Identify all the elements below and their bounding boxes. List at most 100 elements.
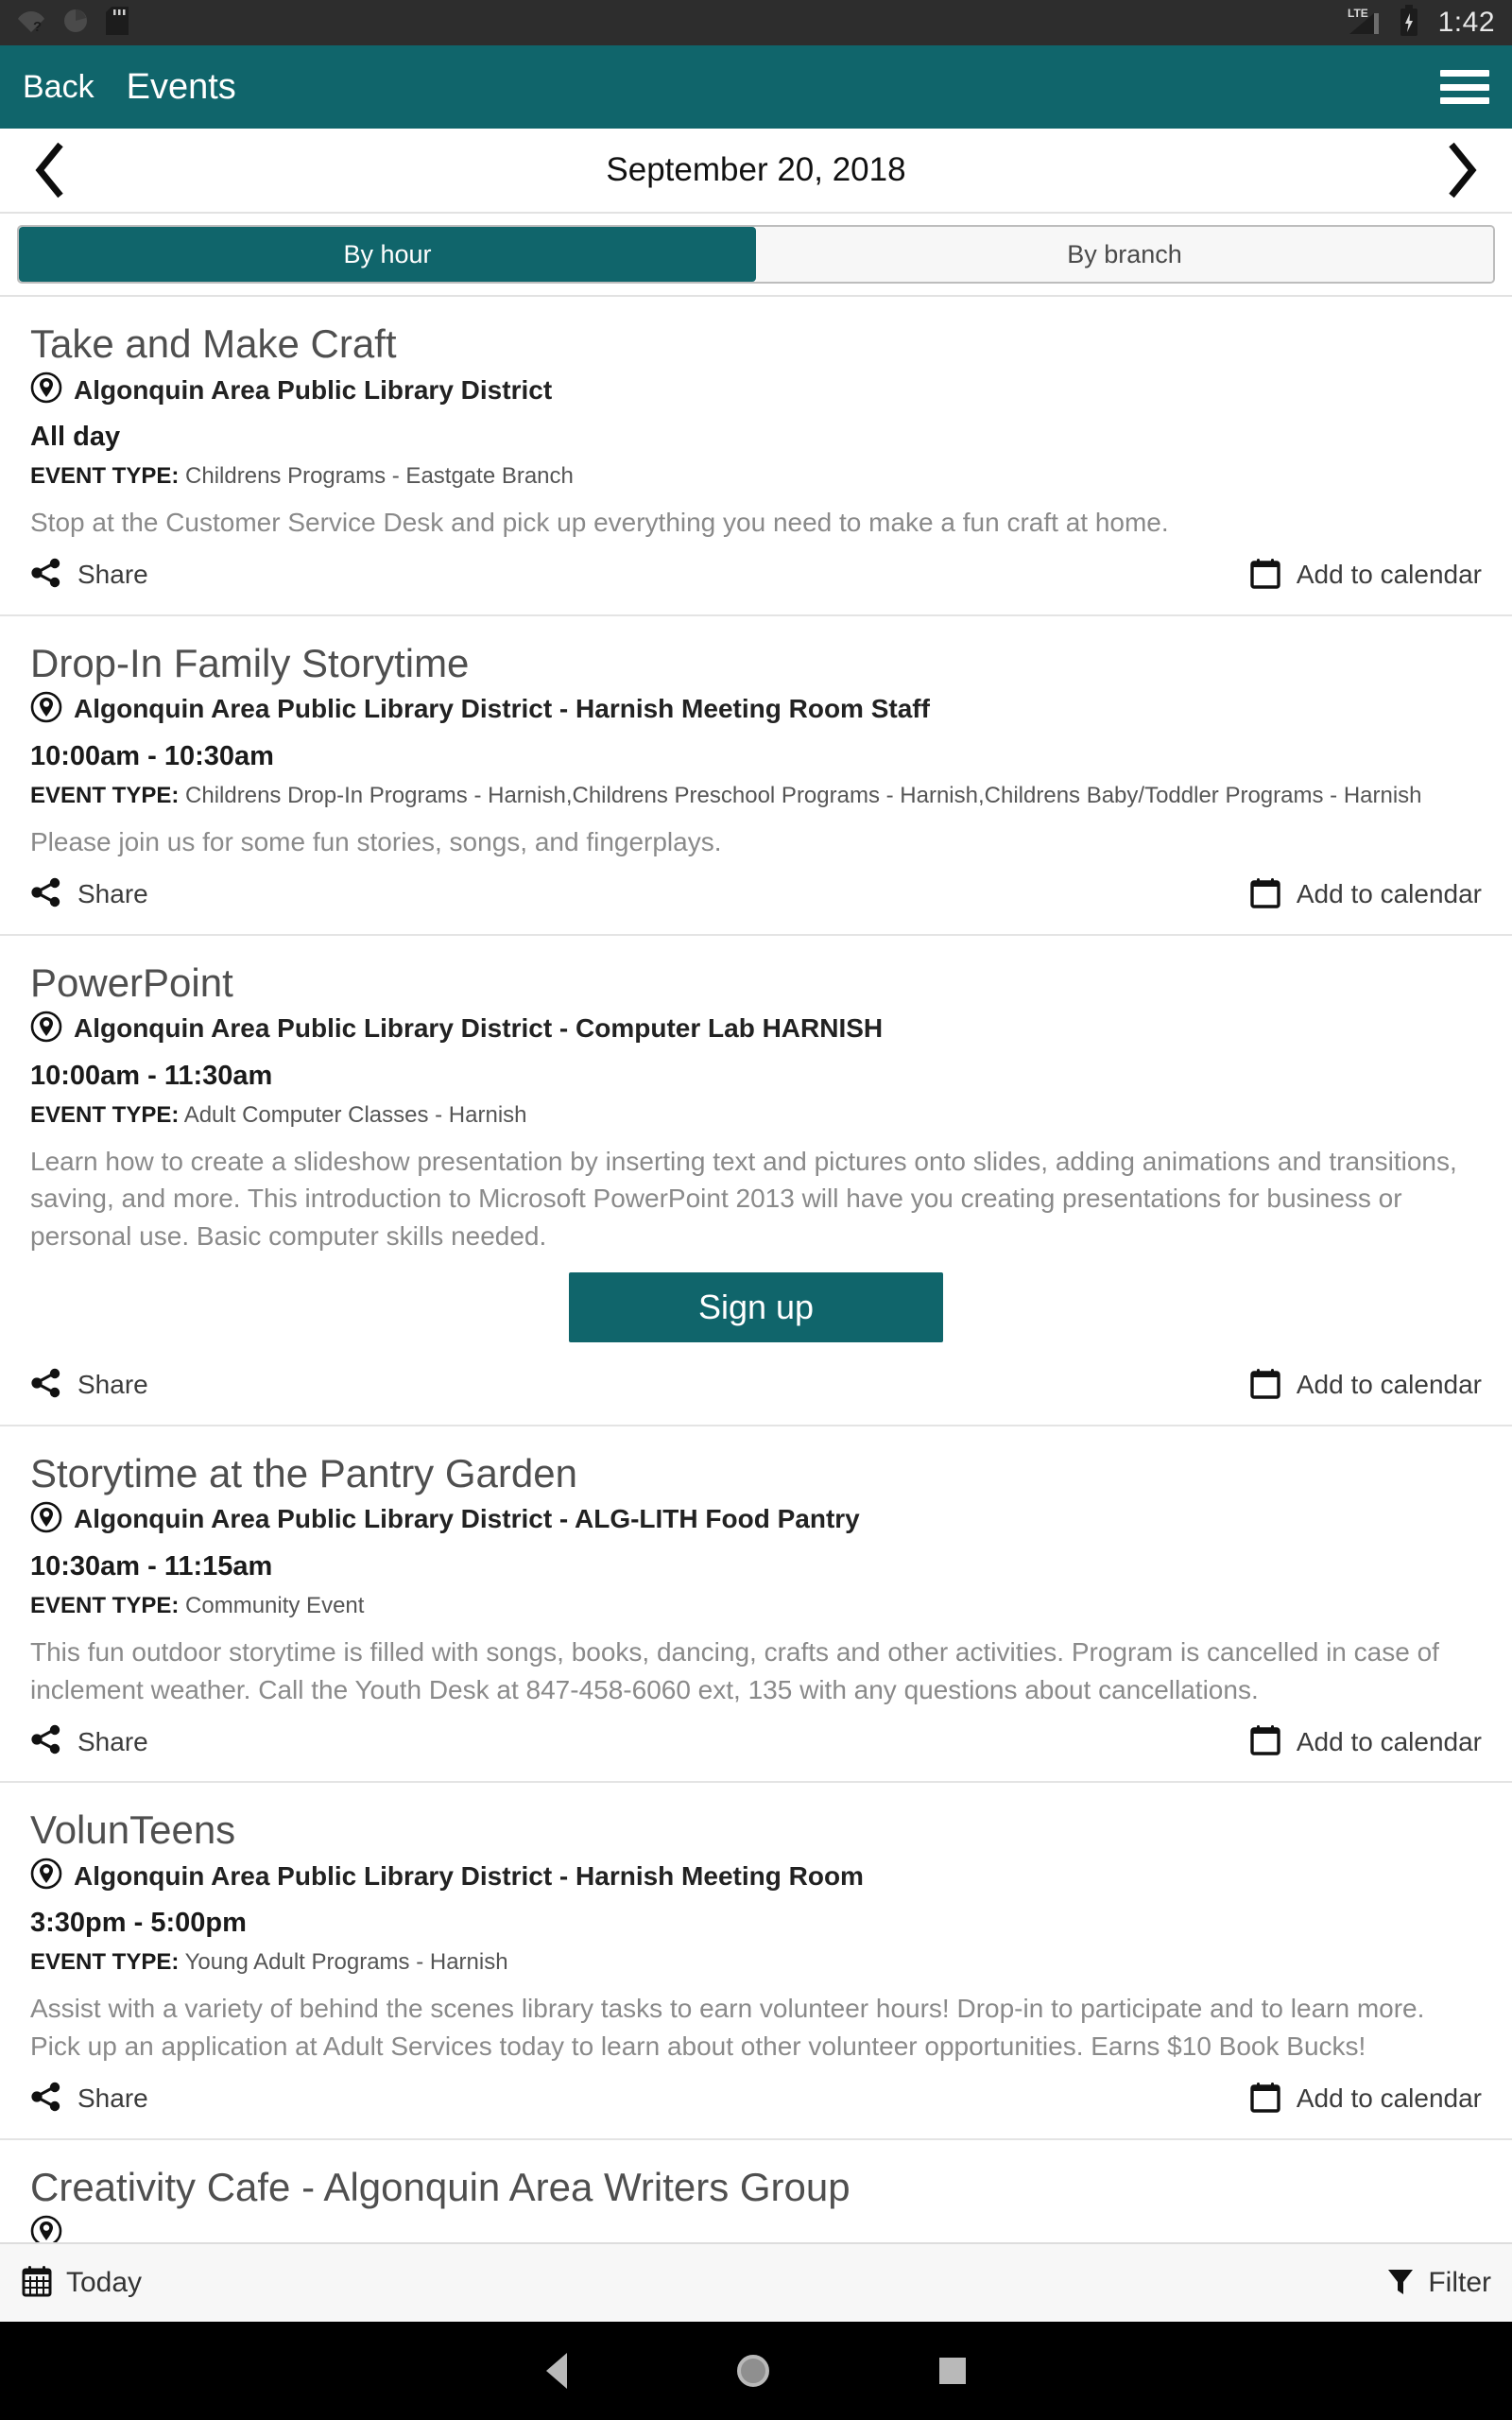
event-description: Learn how to create a slideshow presenta…	[30, 1146, 1457, 1252]
calendar-icon	[1249, 876, 1281, 913]
share-icon	[30, 557, 62, 594]
event-time: 3:30pm - 5:00pm	[30, 1908, 247, 1939]
event-card[interactable]: Drop-In Family Storytime Algonquin Area …	[0, 616, 1512, 936]
today-button[interactable]: Today	[21, 2265, 142, 2302]
sd-card-icon	[106, 6, 129, 40]
status-bar-left-icons: ?	[17, 6, 129, 40]
event-title: Take and Make Craft	[30, 321, 397, 366]
event-location: Algonquin Area Public Library District -…	[30, 1011, 1482, 1047]
event-type-row: EVENT TYPE: Adult Computer Classes - Har…	[30, 1101, 1482, 1130]
event-card[interactable]: Storytime at the Pantry Garden Algonquin…	[0, 1426, 1512, 1784]
event-title: VolunTeens	[30, 1807, 236, 1853]
share-button[interactable]: Share	[30, 1723, 148, 1760]
share-icon	[30, 1723, 62, 1760]
app-screen: ? LTE 1:42 Back Events September 20, 201…	[0, 0, 1512, 2420]
event-title: Drop-In Family Storytime	[30, 640, 470, 685]
event-actions: Share Add to calendar	[30, 2081, 1482, 2118]
share-icon	[30, 1367, 62, 1404]
event-description: Assist with a variety of behind the scen…	[30, 1994, 1425, 2062]
location-pin-icon	[30, 1858, 62, 1894]
share-label: Share	[77, 560, 148, 590]
event-type-label: EVENT TYPE:	[30, 1101, 180, 1128]
event-card-partial[interactable]: Creativity Cafe - Algonquin Area Writers…	[0, 2140, 1512, 2242]
event-list[interactable]: Take and Make Craft Algonquin Area Publi…	[0, 297, 1512, 2242]
app-bar: Back Events	[0, 45, 1512, 129]
add-to-calendar-label: Add to calendar	[1296, 879, 1482, 909]
event-description: Stop at the Customer Service Desk and pi…	[30, 508, 1169, 538]
status-bar-right-icons: LTE 1:42	[1348, 4, 1495, 42]
back-button[interactable]: Back	[23, 71, 94, 103]
event-type-value: Young Adult Programs - Harnish	[184, 1949, 508, 1976]
lte-signal-icon: LTE	[1348, 6, 1385, 41]
calendar-icon	[1249, 557, 1281, 594]
event-type-row: EVENT TYPE: Childrens Programs - Eastgat…	[30, 462, 1482, 491]
event-type-label: EVENT TYPE:	[30, 1592, 180, 1618]
event-location: Algonquin Area Public Library District -…	[30, 1858, 1482, 1894]
event-location	[30, 2215, 1482, 2242]
event-location-text: Algonquin Area Public Library District -…	[74, 1860, 864, 1891]
event-card[interactable]: Take and Make Craft Algonquin Area Publi…	[0, 297, 1512, 616]
event-time: 10:00am - 10:30am	[30, 740, 274, 771]
event-type-value: Adult Computer Classes - Harnish	[183, 1101, 527, 1128]
event-actions: Share Add to calendar	[30, 557, 1482, 594]
add-to-calendar-button[interactable]: Add to calendar	[1249, 557, 1482, 594]
calendar-icon	[1249, 2081, 1281, 2118]
current-date-label: September 20, 2018	[606, 151, 906, 188]
event-type-value: Childrens Drop-In Programs - Harnish,Chi…	[185, 782, 1422, 808]
add-to-calendar-button[interactable]: Add to calendar	[1249, 2081, 1482, 2118]
nav-home-circle-icon[interactable]	[737, 2355, 769, 2387]
chevron-right-icon[interactable]	[1436, 137, 1487, 203]
event-type-label: EVENT TYPE:	[30, 1949, 180, 1976]
location-pin-icon	[30, 372, 62, 408]
share-button[interactable]: Share	[30, 2081, 148, 2118]
event-location-text: Algonquin Area Public Library District -…	[74, 1504, 860, 1534]
event-actions: Share Add to calendar	[30, 876, 1482, 913]
event-title: PowerPoint	[30, 959, 233, 1005]
tab-by-hour[interactable]: By hour	[19, 227, 756, 282]
event-location-text: Algonquin Area Public Library District -…	[74, 1013, 884, 1044]
share-label: Share	[77, 1726, 148, 1756]
event-title: Creativity Cafe - Algonquin Area Writers…	[30, 2164, 850, 2209]
event-location: Algonquin Area Public Library District	[30, 372, 1482, 408]
event-type-value: Community Event	[185, 1592, 365, 1618]
event-card[interactable]: PowerPoint Algonquin Area Public Library…	[0, 936, 1512, 1426]
location-pin-icon	[30, 691, 62, 728]
svg-text:?: ?	[33, 19, 42, 33]
chevron-left-icon[interactable]	[25, 137, 76, 203]
event-location-text: Algonquin Area Public Library District -…	[74, 694, 930, 724]
add-to-calendar-label: Add to calendar	[1296, 1726, 1482, 1756]
add-to-calendar-label: Add to calendar	[1296, 1370, 1482, 1400]
nav-recent-square-icon[interactable]	[939, 2358, 966, 2384]
share-label: Share	[77, 1370, 148, 1400]
tab-by-branch[interactable]: By branch	[756, 227, 1493, 282]
event-type-value: Childrens Programs - Eastgate Branch	[185, 463, 574, 490]
event-location: Algonquin Area Public Library District -…	[30, 1501, 1482, 1538]
hamburger-menu-icon[interactable]	[1440, 67, 1489, 107]
share-button[interactable]: Share	[30, 557, 148, 594]
date-navigation: September 20, 2018	[0, 129, 1512, 212]
filter-button[interactable]: Filter	[1386, 2266, 1491, 2301]
filter-label: Filter	[1428, 2267, 1491, 2298]
share-button[interactable]: Share	[30, 1367, 148, 1404]
event-location-text: Algonquin Area Public Library District	[74, 374, 553, 405]
sign-up-button[interactable]: Sign up	[569, 1271, 943, 1342]
share-button[interactable]: Share	[30, 876, 148, 913]
bottom-toolbar: Today Filter	[0, 2242, 1512, 2322]
add-to-calendar-label: Add to calendar	[1296, 560, 1482, 590]
calendar-icon	[1249, 1367, 1281, 1404]
status-bar: ? LTE 1:42	[0, 0, 1512, 45]
location-pin-icon	[30, 2215, 62, 2242]
share-label: Share	[77, 2083, 148, 2114]
event-time: All day	[30, 422, 121, 453]
add-to-calendar-button[interactable]: Add to calendar	[1249, 876, 1482, 913]
add-to-calendar-button[interactable]: Add to calendar	[1249, 1723, 1482, 1760]
status-bar-clock: 1:42	[1437, 7, 1495, 38]
nav-back-triangle-icon[interactable]	[546, 2353, 567, 2389]
funnel-filter-icon	[1386, 2266, 1415, 2301]
add-to-calendar-button[interactable]: Add to calendar	[1249, 1367, 1482, 1404]
view-mode-tabs: By hour By branch	[0, 212, 1512, 297]
location-pin-icon	[30, 1501, 62, 1538]
add-to-calendar-label: Add to calendar	[1296, 2083, 1482, 2114]
event-card[interactable]: VolunTeens Algonquin Area Public Library…	[0, 1783, 1512, 2140]
event-type-row: EVENT TYPE: Childrens Drop-In Programs -…	[30, 782, 1482, 810]
